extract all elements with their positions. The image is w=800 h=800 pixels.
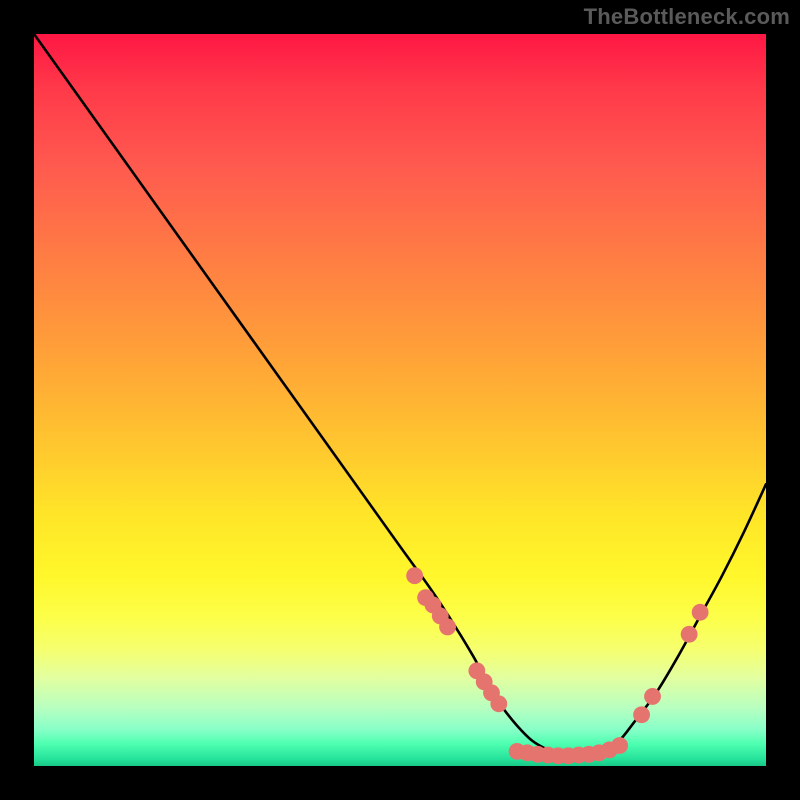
- data-marker: [633, 706, 650, 723]
- watermark-text: TheBottleneck.com: [584, 4, 790, 30]
- data-marker: [406, 567, 423, 584]
- data-marker: [611, 737, 628, 754]
- markers-group: [406, 567, 708, 764]
- curve-svg: [34, 34, 766, 766]
- data-marker: [692, 604, 709, 621]
- chart-frame: TheBottleneck.com: [0, 0, 800, 800]
- plot-area: [34, 34, 766, 766]
- data-marker: [644, 688, 661, 705]
- bottleneck-curve: [34, 34, 766, 757]
- data-marker: [490, 695, 507, 712]
- data-marker: [439, 619, 456, 636]
- data-marker: [681, 626, 698, 643]
